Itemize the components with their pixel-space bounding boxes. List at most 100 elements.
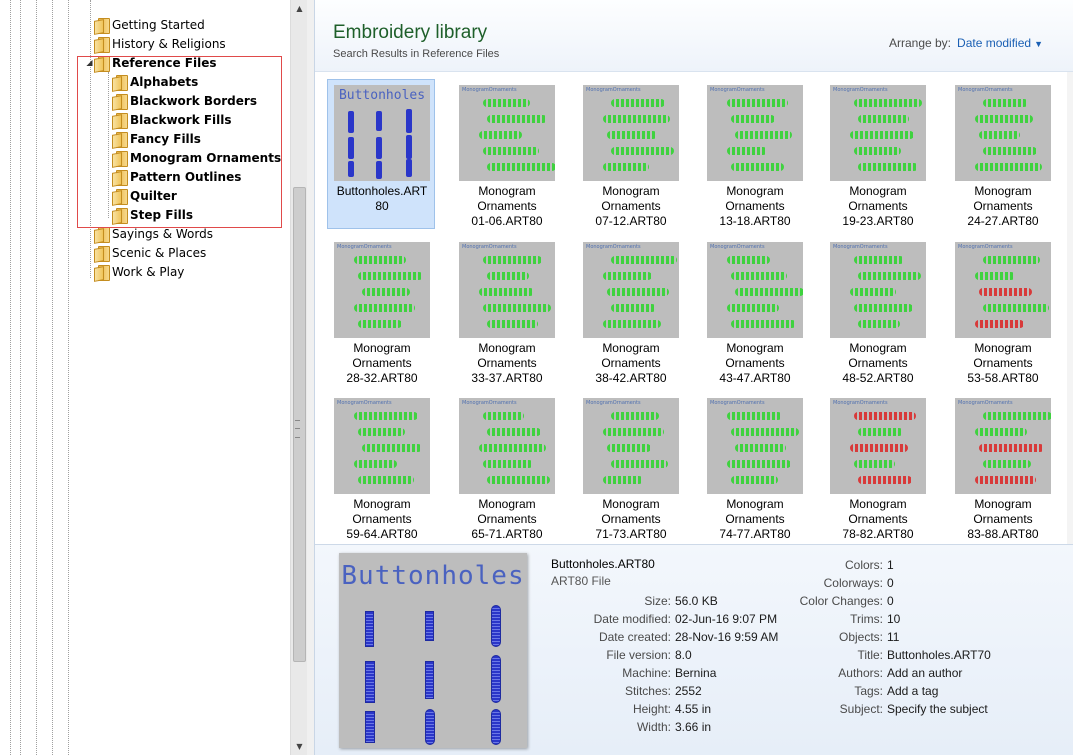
scroll-down-arrow-icon[interactable]: ▼: [291, 738, 308, 755]
detail-property[interactable]: Title: Buttonholes.ART70: [783, 647, 991, 663]
scroll-up-arrow-icon[interactable]: ▲: [291, 0, 308, 17]
file-tile[interactable]: MonogramOrnaments Monogram Ornaments 24-27.…: [948, 79, 1056, 229]
detail-property[interactable]: Subject: Specify the subject: [783, 701, 988, 717]
file-name-line: 33-37.ART80: [471, 371, 543, 385]
file-tile[interactable]: MonogramOrnaments Monogram Ornaments 83-88.…: [948, 392, 1056, 542]
details-pane: Buttonholes Buttonholes.ART80 ART80 File…: [315, 544, 1073, 755]
property-value[interactable]: Add a tag: [887, 684, 938, 698]
detail-property: Stitches: 2552: [551, 683, 702, 699]
property-value: 8.0: [675, 648, 692, 662]
property-key: Stitches:: [624, 684, 671, 698]
detail-property: Height: 4.55 in: [551, 701, 711, 717]
ornament-stitch: [603, 115, 670, 123]
file-tile[interactable]: MonogramOrnaments Monogram Ornaments 71-73.…: [576, 392, 684, 542]
tree-item[interactable]: Scenic & Places: [92, 243, 206, 262]
property-key: File version:: [606, 648, 671, 662]
file-tile[interactable]: MonogramOrnaments Monogram Ornaments 59-64.…: [327, 392, 435, 542]
file-tile[interactable]: MonogramOrnaments Monogram Ornaments 48-52.…: [823, 236, 931, 386]
file-name-line: Monogram: [726, 341, 784, 355]
file-tile[interactable]: MonogramOrnaments Monogram Ornaments 19-23.…: [823, 79, 931, 229]
file-name-line: Buttonholes.ART: [336, 184, 428, 198]
file-name-line: 48-52.ART80: [842, 371, 914, 385]
folder-icon: [92, 264, 110, 281]
file-tile[interactable]: MonogramOrnaments Monogram Ornaments 74-77.…: [700, 392, 808, 542]
detail-file-type: ART80 File: [551, 574, 611, 588]
selection-highlight-box: [77, 56, 282, 228]
file-grid: Buttonholes Buttonholes.ART 80 MonogramOrna…: [315, 72, 1067, 544]
design-thumbnail: MonogramOrnaments: [707, 242, 803, 338]
ornament-stitch: [983, 99, 1028, 107]
thumbnail-title: MonogramOrnaments: [710, 244, 765, 250]
ornament-stitch: [354, 460, 397, 468]
file-tile[interactable]: MonogramOrnaments Monogram Ornaments 28-32.…: [327, 236, 435, 386]
file-name-label: Monogram Ornaments 78-82.ART80: [824, 497, 932, 542]
ornament-stitch: [850, 131, 914, 139]
ornament-stitch: [603, 320, 661, 328]
detail-property: Width: 3.66 in: [551, 719, 711, 735]
file-name-label: Monogram Ornaments 38-42.ART80: [577, 341, 685, 386]
property-value: 1: [887, 558, 894, 572]
tree-item-label: History & Religions: [112, 36, 226, 51]
file-name-label: Monogram Ornaments 48-52.ART80: [824, 341, 932, 386]
thumbnail-title: MonogramOrnaments: [833, 244, 888, 250]
file-tile[interactable]: MonogramOrnaments Monogram Ornaments 65-71.…: [452, 392, 560, 542]
folder-tree: Getting Started History & Religions Refere…: [0, 0, 290, 755]
design-thumbnail: MonogramOrnaments: [459, 85, 555, 181]
file-name-line: Ornaments: [477, 512, 537, 526]
ornament-stitch: [727, 304, 779, 312]
design-thumbnail: MonogramOrnaments: [707, 398, 803, 494]
file-tile[interactable]: MonogramOrnaments Monogram Ornaments 43-47.…: [700, 236, 808, 386]
ornament-stitch: [603, 272, 652, 280]
file-name-label: Monogram Ornaments 33-37.ART80: [453, 341, 561, 386]
tree-guide-line: [52, 0, 53, 755]
property-key: Height:: [632, 702, 671, 716]
file-name-line: 43-47.ART80: [719, 371, 791, 385]
file-name-label: Monogram Ornaments 28-32.ART80: [328, 341, 436, 386]
file-tile[interactable]: MonogramOrnaments Monogram Ornaments 53-58.…: [948, 236, 1056, 386]
tree-item[interactable]: History & Religions: [92, 34, 226, 53]
ornament-stitch: [735, 444, 786, 452]
property-value[interactable]: Specify the subject: [887, 702, 988, 716]
ornament-stitch: [858, 476, 912, 484]
ornament-stitch: [487, 428, 541, 436]
grid-scrollbar[interactable]: [1067, 72, 1073, 544]
property-value[interactable]: Add an author: [887, 666, 962, 680]
tree-item[interactable]: Getting Started: [92, 15, 205, 34]
file-name-label: Buttonholes.ART 80: [328, 184, 436, 214]
arrange-by-dropdown[interactable]: Date modified: [957, 36, 1031, 50]
file-name-line: Monogram: [478, 184, 536, 198]
ornament-stitch: [979, 131, 1020, 139]
ornament-stitch: [975, 476, 1036, 484]
tree-scrollbar[interactable]: ▲ ▼: [290, 0, 307, 755]
file-tile[interactable]: MonogramOrnaments Monogram Ornaments 33-37.…: [452, 236, 560, 386]
file-tile[interactable]: MonogramOrnaments Monogram Ornaments 78-82.…: [823, 392, 931, 542]
property-value[interactable]: Buttonholes.ART70: [887, 648, 991, 662]
chevron-down-icon[interactable]: ▼: [1034, 39, 1043, 49]
file-name-line: Ornaments: [725, 512, 785, 526]
file-name-line: Monogram: [602, 497, 660, 511]
ornament-stitch: [479, 444, 546, 452]
property-value: 10: [887, 612, 901, 626]
tree-item[interactable]: Work & Play: [92, 262, 184, 281]
tree-guide-line: [36, 0, 37, 755]
file-name-line: Ornaments: [725, 199, 785, 213]
thumbnail-title: MonogramOrnaments: [337, 244, 392, 250]
file-tile[interactable]: MonogramOrnaments Monogram Ornaments 01-06.…: [452, 79, 560, 229]
property-value: 11: [887, 630, 900, 644]
arrange-by-control[interactable]: Arrange by: Date modified ▼: [889, 36, 1043, 50]
file-tile[interactable]: MonogramOrnaments Monogram Ornaments 38-42.…: [576, 236, 684, 386]
file-tile[interactable]: MonogramOrnaments Monogram Ornaments 07-12.…: [576, 79, 684, 229]
detail-property[interactable]: Authors: Add an author: [783, 665, 962, 681]
file-tile[interactable]: MonogramOrnaments Monogram Ornaments 13-18.…: [700, 79, 808, 229]
file-name-line: Ornaments: [601, 199, 661, 213]
property-value: 4.55 in: [675, 702, 712, 716]
pane-splitter[interactable]: [307, 0, 315, 755]
ornament-stitch: [611, 412, 659, 420]
property-key: Trims:: [850, 612, 883, 626]
library-header: Embroidery library Search Results in Ref…: [315, 0, 1073, 72]
detail-property[interactable]: Tags: Add a tag: [783, 683, 938, 699]
ornament-stitch: [983, 460, 1031, 468]
ornament-stitch: [483, 460, 533, 468]
property-key: Colorways:: [823, 576, 883, 590]
file-tile[interactable]: Buttonholes Buttonholes.ART 80: [327, 79, 435, 229]
